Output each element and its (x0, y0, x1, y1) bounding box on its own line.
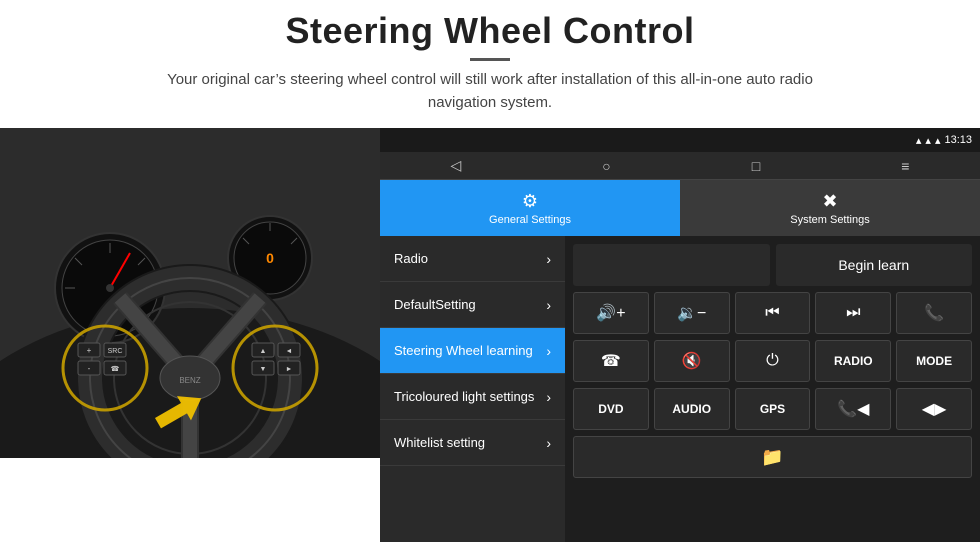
control-row-3: DVD AUDIO GPS 📞◀ ◀▶ (573, 388, 972, 430)
content-area: 0 (0, 128, 980, 542)
title-divider (470, 58, 510, 61)
back-button[interactable]: ◁ (451, 157, 462, 174)
main-content: Radio › DefaultSetting › Steering Wheel … (380, 236, 980, 542)
prev-track-button[interactable]: ⏮ (735, 292, 811, 334)
last-row: 📁 (573, 436, 972, 478)
vol-up-icon: 🔊+ (596, 303, 625, 323)
vol-down-icon: 🔉− (677, 303, 706, 323)
subtitle: Your original car’s steering wheel contr… (140, 69, 840, 114)
dvd-label: DVD (598, 402, 623, 416)
power-icon: ⏻ (766, 352, 779, 370)
audio-button[interactable]: AUDIO (654, 388, 730, 430)
menu-item-radio[interactable]: Radio › (380, 236, 565, 282)
tabs-container: ⚙ General Settings ✖ System Settings (380, 180, 980, 236)
menu-item-steering[interactable]: Steering Wheel learning › (380, 328, 565, 374)
menu-item-default[interactable]: DefaultSetting › (380, 282, 565, 328)
menu-white-label: Whitelist setting (394, 435, 485, 450)
menu-steering-arrow: › (546, 343, 551, 359)
system-settings-icon: ✖ (822, 191, 837, 212)
location-icon: ▴ (916, 134, 922, 147)
svg-text:+: + (87, 346, 92, 355)
prev-next-button[interactable]: ◀▶ (896, 388, 972, 430)
radio-button[interactable]: RADIO (815, 340, 891, 382)
gps-label: GPS (760, 402, 785, 416)
svg-text:▲: ▲ (260, 348, 267, 355)
menu-radio-label: Radio (394, 251, 428, 266)
menu-item-whitelist[interactable]: Whitelist setting › (380, 420, 565, 466)
wifi-icon: ▴ (925, 134, 931, 147)
folder-icon: 📁 (761, 447, 783, 468)
next-track-icon: ⏭ (846, 304, 860, 322)
nav-bar: ◁ ○ □ ≡ (380, 152, 980, 180)
radio-label: RADIO (834, 354, 873, 368)
call-answer-button[interactable]: ☎ (573, 340, 649, 382)
menu-tri-arrow: › (546, 389, 551, 405)
svg-text:▼: ▼ (260, 366, 267, 373)
top-row: Begin learn (573, 244, 972, 286)
tab-general-settings[interactable]: ⚙ General Settings (380, 180, 680, 236)
svg-text:-: - (88, 364, 91, 373)
vol-up-button[interactable]: 🔊+ (573, 292, 649, 334)
tab-system-settings[interactable]: ✖ System Settings (680, 180, 980, 236)
recent-button[interactable]: □ (752, 158, 760, 174)
phone-button[interactable]: 📞 (896, 292, 972, 334)
general-settings-icon: ⚙ (522, 191, 538, 212)
mode-label: MODE (916, 354, 952, 368)
gps-button[interactable]: GPS (735, 388, 811, 430)
right-panel: Begin learn 🔊+ 🔉− ⏮ (565, 236, 980, 542)
prev-next-icon: ◀▶ (922, 399, 947, 419)
call-answer-icon: ☎ (601, 351, 621, 371)
next-track-button[interactable]: ⏭ (815, 292, 891, 334)
car-image: 0 (0, 128, 380, 458)
blank-box (573, 244, 770, 286)
vol-down-button[interactable]: 🔉− (654, 292, 730, 334)
mute-button[interactable]: 🔇 (654, 340, 730, 382)
control-row-2: ☎ 🔇 ⏻ RADIO MODE (573, 340, 972, 382)
svg-text:0: 0 (266, 250, 274, 266)
svg-text:►: ► (286, 366, 293, 373)
tab-system-label: System Settings (790, 214, 869, 226)
left-menu: Radio › DefaultSetting › Steering Wheel … (380, 236, 565, 542)
menu-button[interactable]: ≡ (901, 158, 909, 174)
control-row-1: 🔊+ 🔉− ⏮ ⏭ 📞 (573, 292, 972, 334)
mute-icon: 🔇 (682, 351, 702, 371)
status-icons: ▴ ▴ ▴ 13:13 (916, 134, 972, 147)
svg-text:BENZ: BENZ (179, 376, 200, 385)
page-wrapper: Steering Wheel Control Your original car… (0, 0, 980, 542)
menu-radio-arrow: › (546, 251, 551, 267)
power-button[interactable]: ⏻ (735, 340, 811, 382)
menu-steering-label: Steering Wheel learning (394, 343, 533, 358)
begin-learn-button[interactable]: Begin learn (776, 244, 973, 286)
header-section: Steering Wheel Control Your original car… (0, 0, 980, 120)
svg-text:☎: ☎ (111, 365, 120, 373)
svg-text:SRC: SRC (108, 348, 123, 355)
folder-button[interactable]: 📁 (573, 436, 972, 478)
phone-prev-button[interactable]: 📞◀ (815, 388, 891, 430)
menu-item-tricoloured[interactable]: Tricoloured light settings › (380, 374, 565, 420)
menu-default-arrow: › (546, 297, 551, 313)
menu-white-arrow: › (546, 435, 551, 451)
audio-label: AUDIO (672, 402, 711, 416)
svg-text:◄: ◄ (286, 348, 293, 355)
menu-default-label: DefaultSetting (394, 297, 476, 312)
phone-icon: 📞 (924, 303, 944, 323)
page-title: Steering Wheel Control (20, 10, 960, 52)
dvd-button[interactable]: DVD (573, 388, 649, 430)
tab-general-label: General Settings (489, 214, 571, 226)
menu-tri-label: Tricoloured light settings (394, 389, 534, 404)
status-bar: ▴ ▴ ▴ 13:13 (380, 128, 980, 152)
home-button[interactable]: ○ (602, 158, 610, 174)
signal-icon: ▴ (935, 134, 941, 147)
mode-button[interactable]: MODE (896, 340, 972, 382)
prev-track-icon: ⏮ (765, 304, 779, 322)
time-display: 13:13 (944, 134, 972, 146)
android-ui: ▴ ▴ ▴ 13:13 ◁ ○ □ ≡ ⚙ General Settings (380, 128, 980, 542)
phone-prev-icon: 📞◀ (837, 399, 869, 419)
